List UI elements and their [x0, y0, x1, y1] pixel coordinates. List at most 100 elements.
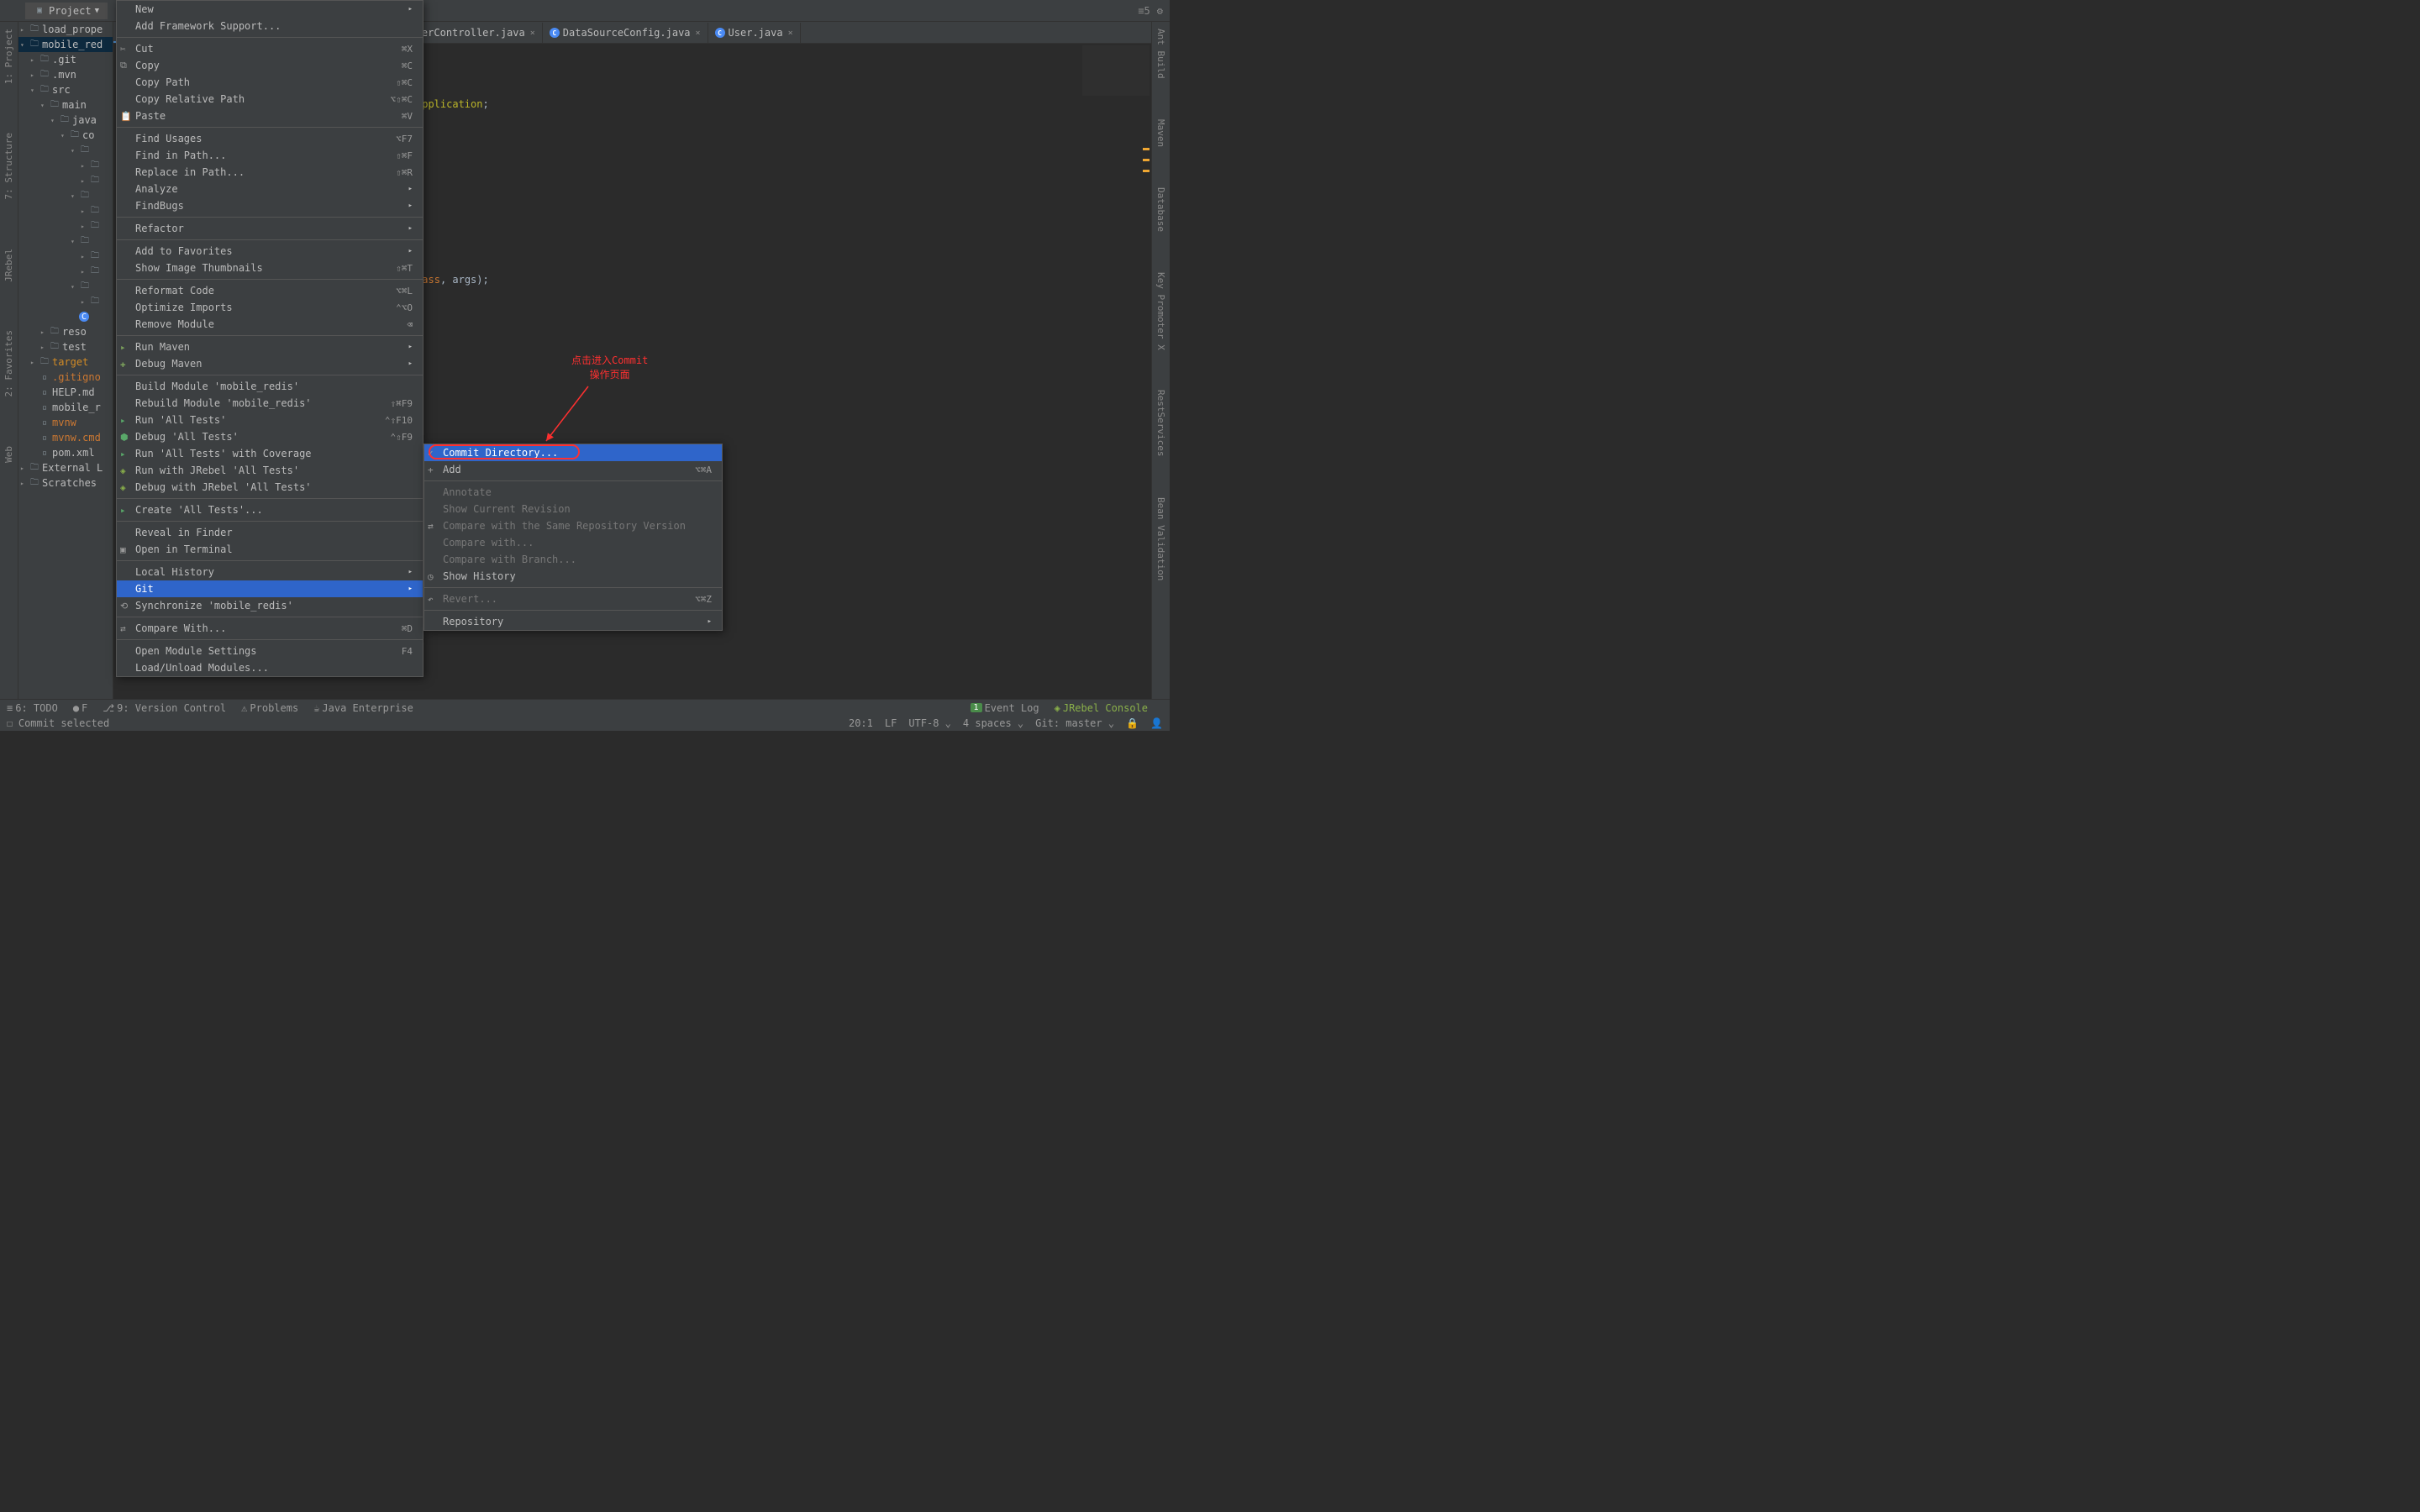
- tree-item[interactable]: ▸🗀target: [18, 354, 113, 370]
- tree-item[interactable]: ▾🗀: [18, 188, 113, 203]
- menu-item[interactable]: Copy Relative Path⌥⇧⌘C: [117, 91, 423, 108]
- tree-item[interactable]: ▸🗀Scratches: [18, 475, 113, 491]
- menu-item[interactable]: Open Module SettingsF4: [117, 643, 423, 659]
- tool-jrebel[interactable]: JRebel: [3, 245, 14, 286]
- git-branch[interactable]: Git: master ⌄: [1035, 717, 1114, 729]
- menu-item[interactable]: ▸Create 'All Tests'...: [117, 501, 423, 518]
- menu-item[interactable]: ⧉Copy⌘C: [117, 57, 423, 74]
- tree-item[interactable]: ▾🗀co: [18, 128, 113, 143]
- tool-web[interactable]: Web: [3, 443, 14, 466]
- menu-item[interactable]: New▸: [117, 1, 423, 18]
- tree-item[interactable]: ▫mobile_r: [18, 400, 113, 415]
- project-tree[interactable]: ▸🗀load_prope▾🗀mobile_red▸🗀.git▸🗀.mvn▾🗀sr…: [18, 22, 113, 702]
- lock-icon[interactable]: 🔒: [1126, 717, 1139, 729]
- menu-item[interactable]: ✚Debug Maven▸: [117, 355, 423, 372]
- tree-item[interactable]: ▸🗀reso: [18, 324, 113, 339]
- editor-tab[interactable]: CUser.java×: [708, 23, 801, 43]
- javaee-tool[interactable]: ☕ Java Enterprise: [313, 702, 413, 714]
- menu-item[interactable]: Repository▸: [424, 613, 722, 630]
- menu-item[interactable]: 📋Paste⌘V: [117, 108, 423, 124]
- tool-beanvalidation[interactable]: Bean Validation: [1155, 494, 1166, 584]
- menu-item[interactable]: ⇄Compare With...⌘D: [117, 620, 423, 637]
- inspector-icon[interactable]: 👤: [1150, 717, 1163, 729]
- tree-item[interactable]: ▫pom.xml: [18, 445, 113, 460]
- menu-item[interactable]: ✂Cut⌘X: [117, 40, 423, 57]
- tree-item[interactable]: ▸🗀.git: [18, 52, 113, 67]
- menu-item[interactable]: Copy Path⇧⌘C: [117, 74, 423, 91]
- indent[interactable]: 4 spaces ⌄: [963, 717, 1023, 729]
- tool-keypromoter[interactable]: Key Promoter X: [1155, 269, 1166, 354]
- project-dropdown[interactable]: ▣ Project ▼: [25, 3, 108, 19]
- settings-icon[interactable]: ⚙: [1157, 5, 1163, 17]
- cursor-position[interactable]: 20:1: [849, 717, 873, 729]
- menu-item[interactable]: FindBugs▸: [117, 197, 423, 214]
- unknown-tool[interactable]: ● F: [73, 702, 87, 714]
- menu-item[interactable]: +Add⌥⌘A: [424, 461, 722, 478]
- context-menu-main[interactable]: New▸Add Framework Support... ✂Cut⌘X⧉Copy⌘…: [116, 0, 424, 677]
- event-log[interactable]: 1 Event Log: [971, 702, 1039, 714]
- menu-item[interactable]: ⬢Debug 'All Tests'⌃⇧F9: [117, 428, 423, 445]
- tool-database[interactable]: Database: [1155, 184, 1166, 235]
- close-icon[interactable]: ×: [696, 29, 701, 38]
- menu-item[interactable]: Add to Favorites▸: [117, 243, 423, 260]
- menu-item[interactable]: ◈Run with JRebel 'All Tests': [117, 462, 423, 479]
- menu-item[interactable]: ▸Run 'All Tests'⌃⇧F10: [117, 412, 423, 428]
- tool-structure[interactable]: 7: Structure: [3, 129, 14, 202]
- tree-item[interactable]: ▸🗀: [18, 158, 113, 173]
- menu-item[interactable]: ✓Commit Directory...: [424, 444, 722, 461]
- menu-item[interactable]: Find in Path...⇧⌘F: [117, 147, 423, 164]
- todo-tool[interactable]: ≡ 6: TODO: [7, 702, 58, 714]
- menu-item[interactable]: Load/Unload Modules...: [117, 659, 423, 676]
- menu-item[interactable]: Rebuild Module 'mobile_redis'⇧⌘F9: [117, 395, 423, 412]
- menu-item[interactable]: Add Framework Support...: [117, 18, 423, 34]
- editor-tab[interactable]: CDataSourceConfig.java×: [543, 23, 708, 43]
- jrebel-console[interactable]: ◈ JRebel Console: [1055, 702, 1148, 714]
- tree-item[interactable]: ▫HELP.md: [18, 385, 113, 400]
- menu-item[interactable]: Reveal in Finder: [117, 524, 423, 541]
- menu-item[interactable]: Analyze▸: [117, 181, 423, 197]
- menu-item[interactable]: ◷Show History: [424, 568, 722, 585]
- tool-project[interactable]: 1: Project: [3, 25, 14, 87]
- tool-favorites[interactable]: 2: Favorites: [3, 327, 14, 400]
- tree-item[interactable]: ▾🗀: [18, 279, 113, 294]
- tree-item[interactable]: ▫mvnw.cmd: [18, 430, 113, 445]
- tree-item[interactable]: ▾🗀mobile_red: [18, 37, 113, 52]
- menu-item[interactable]: ▸Run 'All Tests' with Coverage: [117, 445, 423, 462]
- tree-item[interactable]: ▸🗀: [18, 249, 113, 264]
- tool-maven[interactable]: Maven: [1155, 116, 1166, 150]
- close-icon[interactable]: ×: [530, 29, 535, 38]
- tree-item[interactable]: ▸🗀.mvn: [18, 67, 113, 82]
- tree-item[interactable]: ▸🗀: [18, 218, 113, 234]
- close-icon[interactable]: ×: [788, 29, 793, 38]
- tree-item[interactable]: ▾🗀main: [18, 97, 113, 113]
- tool-ant[interactable]: Ant Build: [1155, 25, 1166, 82]
- tree-item[interactable]: ▸🗀: [18, 203, 113, 218]
- tree-item[interactable]: ▸🗀External L: [18, 460, 113, 475]
- vcs-tool[interactable]: ⎇ 9: Version Control: [103, 702, 226, 714]
- menu-item[interactable]: Git▸: [117, 580, 423, 597]
- menu-item[interactable]: ▣Open in Terminal: [117, 541, 423, 558]
- menu-item[interactable]: Local History▸: [117, 564, 423, 580]
- tab-count-icon[interactable]: ≡5: [1138, 5, 1150, 17]
- tree-item[interactable]: ▫mvnw: [18, 415, 113, 430]
- menu-item[interactable]: Show Image Thumbnails⇧⌘T: [117, 260, 423, 276]
- menu-item[interactable]: Reformat Code⌥⌘L: [117, 282, 423, 299]
- line-separator[interactable]: LF: [885, 717, 897, 729]
- menu-item[interactable]: Build Module 'mobile_redis': [117, 378, 423, 395]
- tree-item[interactable]: ▾🗀: [18, 234, 113, 249]
- menu-item[interactable]: Replace in Path...⇧⌘R: [117, 164, 423, 181]
- tree-item[interactable]: ▾🗀src: [18, 82, 113, 97]
- context-menu-git[interactable]: ✓Commit Directory...+Add⌥⌘AAnnotateShow …: [424, 444, 723, 631]
- problems-tool[interactable]: ⚠ Problems: [241, 702, 298, 714]
- menu-item[interactable]: Optimize Imports⌃⌥O: [117, 299, 423, 316]
- tree-item[interactable]: ▾🗀java: [18, 113, 113, 128]
- menu-item[interactable]: Find Usages⌥F7: [117, 130, 423, 147]
- tree-item[interactable]: C: [18, 309, 113, 324]
- tree-item[interactable]: ▸🗀: [18, 294, 113, 309]
- encoding[interactable]: UTF-8 ⌄: [908, 717, 951, 729]
- tree-item[interactable]: ▸🗀test: [18, 339, 113, 354]
- menu-item[interactable]: Refactor▸: [117, 220, 423, 237]
- menu-item[interactable]: Remove Module⌫: [117, 316, 423, 333]
- menu-item[interactable]: ◈Debug with JRebel 'All Tests': [117, 479, 423, 496]
- tree-item[interactable]: ▸🗀: [18, 173, 113, 188]
